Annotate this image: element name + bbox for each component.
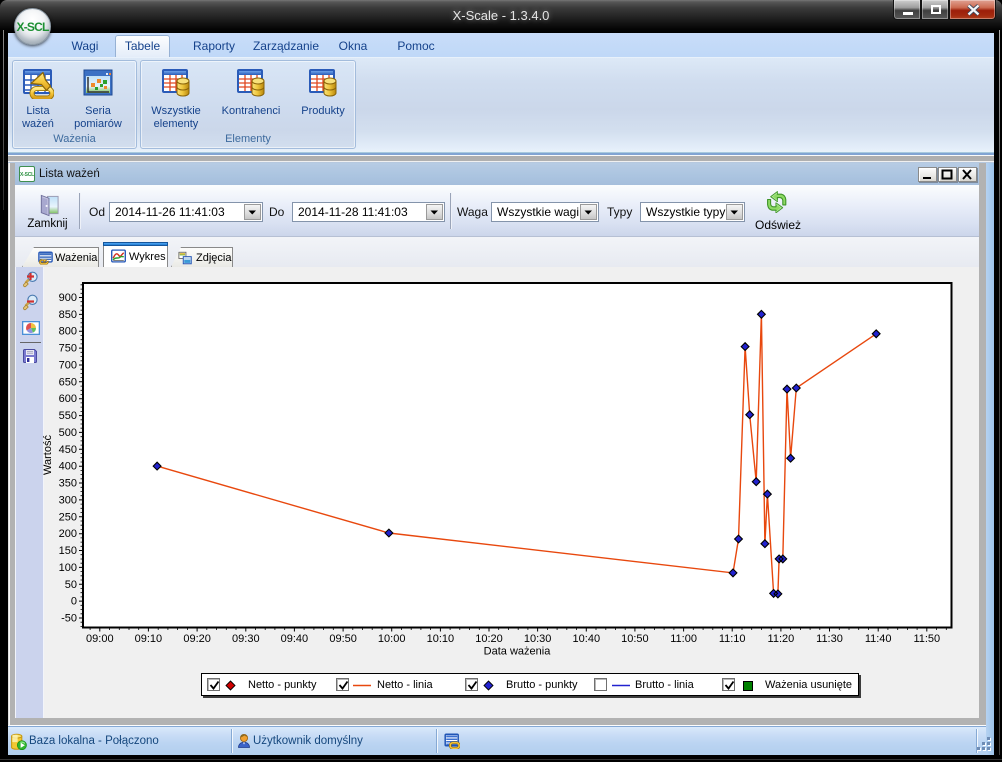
svg-text:0: 0: [71, 596, 77, 608]
svg-text:11:40: 11:40: [865, 633, 892, 645]
svg-text:600: 600: [59, 393, 77, 405]
svg-text:-50: -50: [61, 613, 77, 625]
svg-text:700: 700: [59, 360, 77, 372]
svg-text:10:30: 10:30: [524, 633, 552, 645]
svg-text:10:50: 10:50: [621, 633, 649, 645]
svg-text:09:30: 09:30: [232, 633, 260, 645]
svg-text:09:40: 09:40: [281, 633, 309, 645]
svg-text:11:20: 11:20: [768, 633, 795, 645]
svg-text:11:30: 11:30: [816, 633, 843, 645]
svg-text:10:40: 10:40: [573, 633, 601, 645]
svg-text:09:10: 09:10: [135, 633, 163, 645]
svg-text:10:20: 10:20: [475, 633, 503, 645]
svg-text:11:50: 11:50: [913, 633, 940, 645]
svg-text:09:50: 09:50: [329, 633, 357, 645]
svg-text:550: 550: [59, 410, 77, 422]
svg-text:850: 850: [59, 309, 77, 321]
svg-text:150: 150: [59, 545, 77, 557]
svg-text:X-SCL: X-SCL: [20, 172, 34, 178]
svg-text:200: 200: [59, 528, 77, 540]
svg-text:Wartość: Wartość: [42, 435, 54, 475]
svg-text:450: 450: [59, 444, 77, 456]
svg-text:350: 350: [59, 478, 77, 490]
svg-text:Data ważenia: Data ważenia: [484, 646, 552, 658]
svg-text:500: 500: [59, 427, 77, 439]
svg-text:09:20: 09:20: [183, 633, 211, 645]
svg-text:50: 50: [65, 579, 77, 591]
svg-text:10:00: 10:00: [378, 633, 406, 645]
svg-text:800: 800: [59, 326, 77, 338]
svg-text:250: 250: [59, 511, 77, 523]
svg-text:300: 300: [59, 494, 77, 506]
svg-text:650: 650: [59, 376, 77, 388]
svg-text:11:10: 11:10: [719, 633, 746, 645]
svg-text:11:00: 11:00: [670, 633, 697, 645]
svg-text:09:00: 09:00: [86, 633, 114, 645]
svg-text:10:10: 10:10: [427, 633, 455, 645]
svg-text:400: 400: [59, 461, 77, 473]
svg-text:750: 750: [59, 343, 77, 355]
svg-text:100: 100: [59, 562, 77, 574]
svg-text:900: 900: [59, 292, 77, 304]
